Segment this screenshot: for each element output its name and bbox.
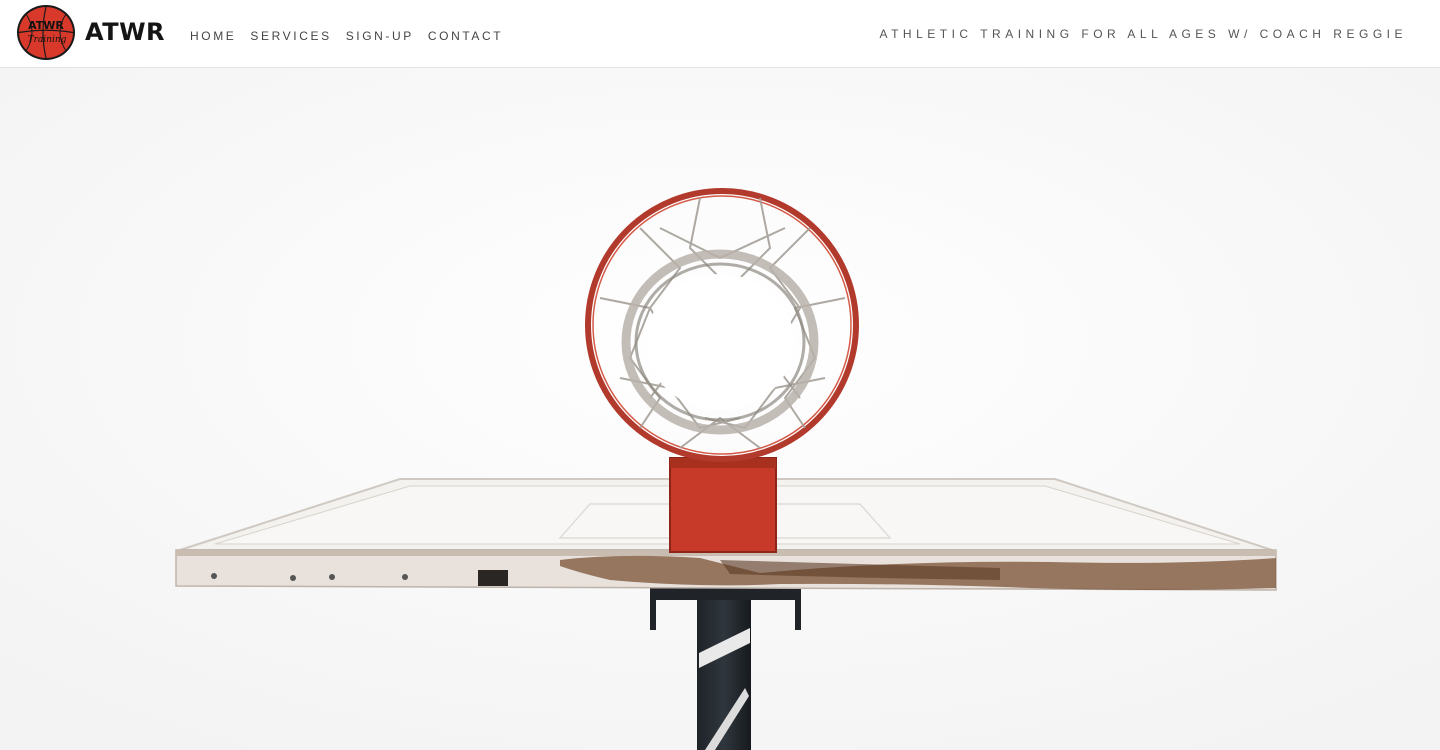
badge-line2: Training [28,35,67,45]
main-nav: HOME SERVICES SIGN-UP CONTACT [190,28,517,44]
brand-name[interactable]: ATWR [85,17,165,47]
nav-item-contact[interactable]: CONTACT [428,28,503,44]
nav-item-home[interactable]: HOME [190,28,236,44]
basketball-hoop-illustration [0,68,1440,750]
badge-line1: ATWR [28,19,64,32]
nav-item-sign-up[interactable]: SIGN-UP [346,28,414,44]
basketball-badge-icon[interactable]: ATWR Training [16,4,76,61]
site-header: ATWR Training ATWR HOME SERVICES SIGN-UP… [0,0,1440,68]
hero-image [0,68,1440,750]
site-tagline: ATHLETIC TRAINING FOR ALL AGES W/ COACH … [879,27,1407,41]
nav-item-services[interactable]: SERVICES [250,28,331,44]
